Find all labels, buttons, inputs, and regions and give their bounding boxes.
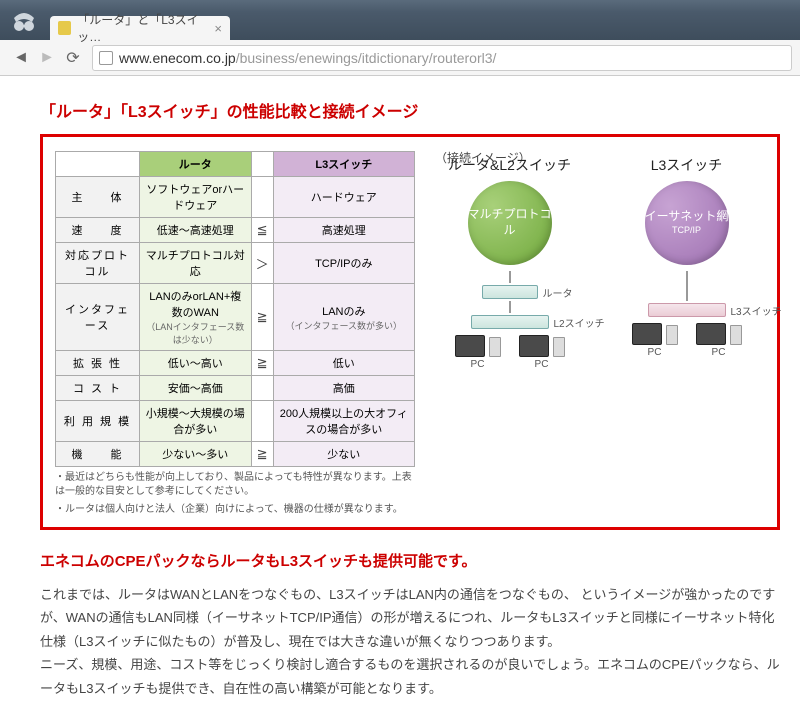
pc-icon: PC: [696, 323, 742, 358]
table-row: 速 度低速～高速処理≦高速処理: [56, 218, 415, 243]
th-router: ルータ: [140, 152, 252, 177]
pc-icon: PC: [519, 335, 565, 370]
back-button[interactable]: ◄: [10, 47, 32, 69]
router-device: ルータ: [482, 285, 538, 299]
table-row: 主 体ソフトウェアorハードウェアハードウェア: [56, 177, 415, 218]
page-title: 「ルータ」「L3スイッチ」の性能比較と接続イメージ: [40, 98, 780, 122]
url-path: /business/enewings/itdictionary/routeror…: [236, 50, 497, 66]
forward-button[interactable]: ►: [36, 47, 58, 69]
table-row: 拡 張 性低い～高い≧低い: [56, 351, 415, 376]
protocol-circle: イーサネット網TCP/IP: [645, 181, 729, 265]
close-icon[interactable]: ×: [214, 21, 222, 36]
favicon-icon: [58, 21, 71, 35]
pc-icon: PC: [632, 323, 678, 358]
diagram-router-l2: ルータ&L2スイッチ マルチプロトコル ルータ L2スイッチ PC PC: [431, 155, 588, 517]
comparison-table: ルータ L3スイッチ 主 体ソフトウェアorハードウェアハードウェア速 度低速～高…: [55, 151, 415, 467]
globe-icon: [99, 51, 113, 65]
browser-tab[interactable]: 「ルータ」と「L3スイッ… ×: [50, 16, 230, 40]
url-domain: www.enecom.co.jp: [119, 50, 236, 66]
diagram-title-right: L3スイッチ: [608, 155, 765, 175]
page-content: 「ルータ」「L3スイッチ」の性能比較と接続イメージ ルータ L3スイッチ 主 体ソ…: [0, 76, 800, 720]
table-row: 利 用 規 模小規模～大規模の場合が多い200人規模以上の大オフィスの場合が多い: [56, 401, 415, 442]
table-row: インタフェースLANのみorLAN+複数のWAN（LANインタフェース数は少ない…: [56, 284, 415, 351]
table-row: 機 能少ない～多い≧少ない: [56, 442, 415, 467]
incognito-icon: [8, 8, 40, 36]
section-subheading: エネコムのCPEパックならルータもL3スイッチも提供可能です。: [40, 550, 780, 571]
l2-switch-device: L2スイッチ: [471, 315, 549, 329]
table-note: ・最近はどちらも性能が向上しており、製品によっても特性が異なります。上表は一般的…: [55, 471, 415, 499]
diagram-l3: L3スイッチ イーサネット網TCP/IP L3スイッチ PC PC: [608, 155, 765, 517]
table-note: ・ルータは個人向けと法人（企業）向けによって、機器の仕様が異なります。: [55, 503, 415, 517]
table-row: 対応プロトコルマルチプロトコル対応＞TCP/IPのみ: [56, 243, 415, 284]
pc-icon: PC: [455, 335, 501, 370]
table-row: コ ス ト安価～高価高価: [56, 376, 415, 401]
l3-switch-device: L3スイッチ: [648, 303, 726, 317]
protocol-circle: マルチプロトコル: [468, 181, 552, 265]
body-paragraph: ニーズ、規模、用途、コスト等をじっくり検討し適合するものを選択されるのが良いでし…: [40, 653, 780, 700]
nav-bar: ◄ ► ⟳ www.enecom.co.jp/business/enewings…: [0, 40, 800, 76]
tab-title: 「ルータ」と「L3スイッ…: [77, 11, 214, 45]
reload-button[interactable]: ⟳: [62, 47, 84, 69]
body-paragraph: これまでは、ルータはWANとLANをつなぐもの、L3スイッチはLAN内の通信をつ…: [40, 583, 780, 653]
comparison-panel: ルータ L3スイッチ 主 体ソフトウェアorハードウェアハードウェア速 度低速～高…: [40, 134, 780, 530]
diagram-title-left: ルータ&L2スイッチ: [431, 155, 588, 175]
address-bar[interactable]: www.enecom.co.jp/business/enewings/itdic…: [92, 45, 792, 71]
th-l3: L3スイッチ: [273, 152, 414, 177]
tab-bar: 「ルータ」と「L3スイッ… ×: [0, 12, 800, 40]
